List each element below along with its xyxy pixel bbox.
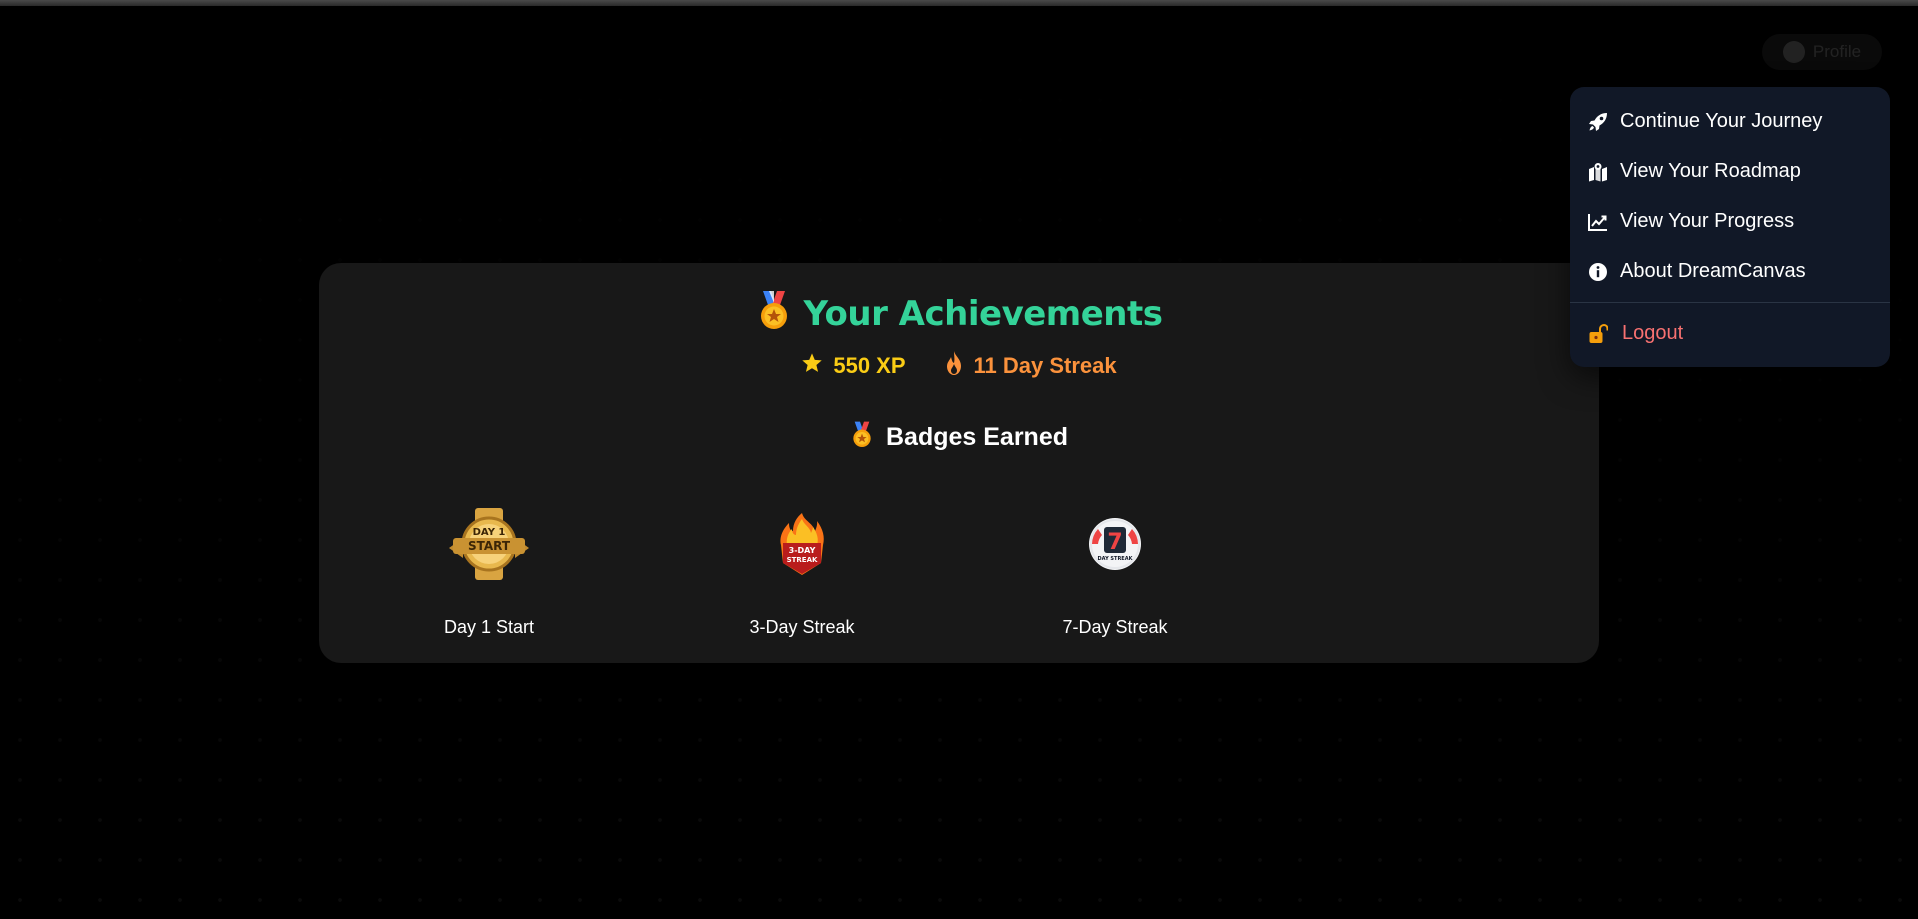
- menu-item-label: Continue Your Journey: [1620, 109, 1823, 132]
- achievements-card: Your Achievements 550 XP 11 Day Streak B…: [319, 263, 1599, 663]
- menu-item-about[interactable]: About DreamCanvas: [1570, 251, 1890, 291]
- badge-3-day-streak: 3-DAY STREAK 3-Day Streak: [702, 499, 902, 638]
- badge-day-1-start: DAY 1 START Day 1 Start: [389, 499, 589, 638]
- badge-7-day-streak: 7 DAY STREAK 7-Day Streak: [1015, 499, 1215, 638]
- rocket-icon: [1588, 112, 1608, 132]
- badge-label: 3-Day Streak: [749, 617, 855, 637]
- 7-day-badge-art-caption: DAY STREAK: [1098, 556, 1134, 562]
- menu-divider: [1570, 302, 1890, 303]
- badges-heading: Badges Earned: [319, 421, 1599, 454]
- logout-label: Logout: [1622, 321, 1684, 344]
- avatar: [1782, 41, 1805, 63]
- 3-day-streak-badge-image: 3-DAY STREAK: [757, 499, 847, 589]
- medal-icon: [756, 291, 792, 336]
- 3-day-badge-art-line-2: STREAK: [787, 556, 818, 564]
- medal-icon: [850, 421, 874, 454]
- 7-day-streak-badge-image: 7 DAY STREAK: [1070, 499, 1160, 589]
- star-icon: [801, 352, 823, 380]
- achievements-title-row: Your Achievements: [319, 291, 1599, 336]
- menu-item-logout[interactable]: Logout: [1570, 313, 1890, 353]
- streak-stat: 11 Day Streak: [944, 351, 1117, 381]
- page-title: Your Achievements: [803, 293, 1163, 334]
- xp-stat: 550 XP: [801, 352, 906, 380]
- menu-item-label: View Your Progress: [1620, 209, 1795, 232]
- chart-line-icon: [1588, 212, 1608, 232]
- day-1-start-badge-image: DAY 1 START: [444, 499, 534, 589]
- unlock-icon: [1588, 324, 1608, 344]
- stats-row: 550 XP 11 Day Streak: [319, 351, 1599, 381]
- fire-icon: [944, 351, 964, 381]
- badge-label: 7-Day Streak: [1062, 617, 1168, 637]
- menu-item-label: About DreamCanvas: [1620, 259, 1806, 282]
- 3-day-badge-art-line-1: 3-DAY: [789, 546, 816, 555]
- menu-item-view-progress[interactable]: View Your Progress: [1570, 201, 1890, 241]
- profile-button[interactable]: Profile: [1762, 34, 1882, 70]
- info-icon: [1588, 262, 1608, 282]
- profile-dropdown-menu: Continue Your Journey View Your Roadmap: [1570, 87, 1890, 367]
- day-1-badge-art-line-1: DAY 1: [473, 527, 506, 538]
- streak-value: 11 Day Streak: [973, 353, 1117, 378]
- menu-item-label: View Your Roadmap: [1620, 159, 1801, 182]
- profile-label: Profile: [1812, 42, 1862, 61]
- menu-item-continue-journey[interactable]: Continue Your Journey: [1570, 101, 1890, 141]
- page: Profile Your Achievements 550 XP 11 Day …: [0, 0, 1918, 919]
- map-icon: [1588, 162, 1608, 182]
- 7-day-badge-art-number: 7: [1107, 530, 1122, 555]
- day-1-badge-art-line-2: START: [468, 539, 511, 553]
- badges-heading-label: Badges Earned: [885, 423, 1068, 451]
- menu-item-view-roadmap[interactable]: View Your Roadmap: [1570, 151, 1890, 191]
- badge-label: Day 1 Start: [443, 617, 535, 637]
- xp-value: 550 XP: [833, 353, 906, 378]
